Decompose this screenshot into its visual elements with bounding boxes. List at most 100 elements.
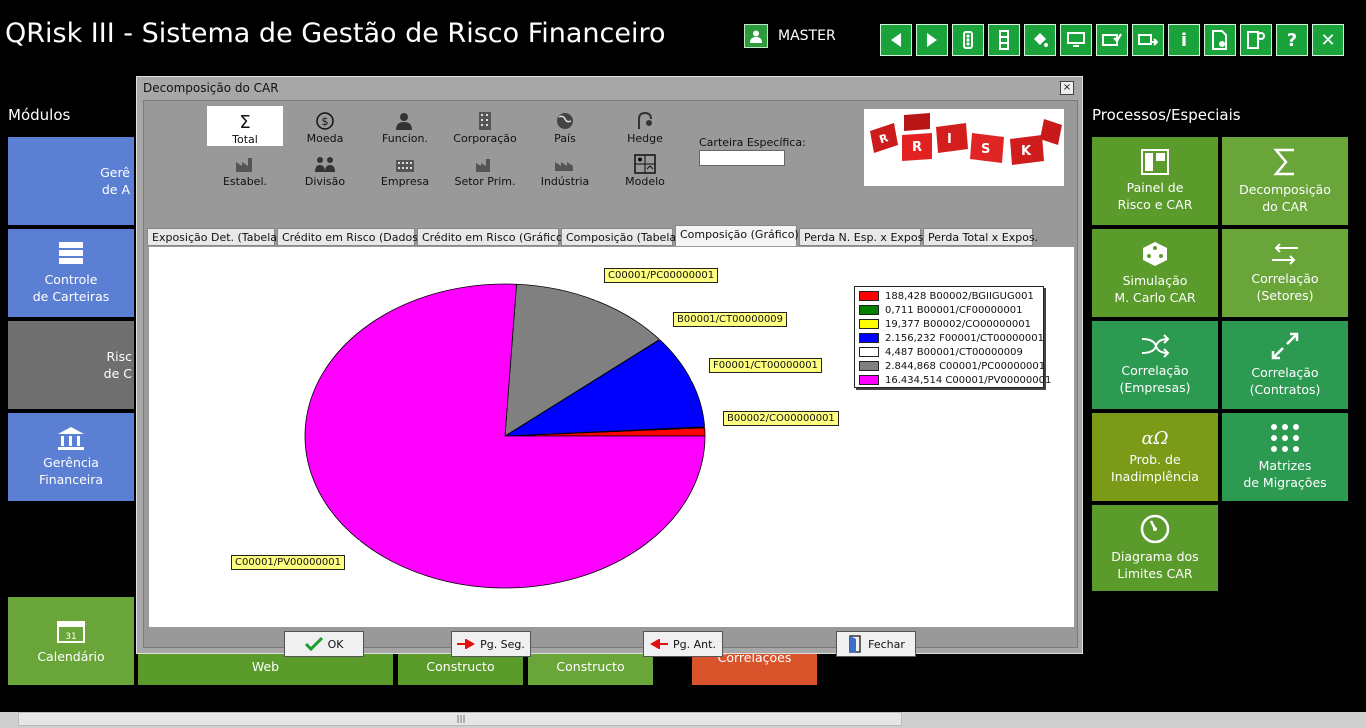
tile-label: Risc [106, 349, 132, 364]
tile-calendario[interactable]: 31 Calendário [8, 597, 134, 685]
dialog-title: Decomposição do CAR [143, 81, 279, 95]
legend-swatch [859, 347, 879, 357]
next-page-button[interactable]: Pg. Seg. [451, 631, 531, 657]
group-estabel[interactable]: Estabel. [207, 148, 283, 188]
back-icon [891, 33, 901, 47]
close-dialog-button[interactable]: Fechar [836, 631, 916, 657]
user-badge[interactable]: MASTER [744, 24, 836, 48]
user-icon [744, 24, 768, 48]
group-setor-prim[interactable]: Setor Prim. [447, 148, 523, 188]
document-settings-button[interactable] [1204, 24, 1236, 56]
legend-text: 0,711 B00001/CF00000001 [885, 304, 1023, 316]
person-icon [395, 110, 415, 132]
group-corporacao[interactable]: Corporação [447, 105, 523, 145]
tile-label: (Contratos) [1249, 382, 1321, 397]
label-leader-line [690, 365, 710, 381]
group-industria[interactable]: Indústria [527, 148, 603, 188]
tile-diagrama-limites[interactable]: Diagrama dos Limites CAR [1092, 505, 1218, 591]
tile-label: Matrizes [1258, 458, 1312, 473]
scrollbar-thumb[interactable] [18, 712, 902, 726]
group-funcion[interactable]: Funcion. [367, 105, 443, 145]
tile-gerencia-financeira[interactable]: Gerência Financeira [8, 413, 134, 501]
group-label: Modelo [625, 175, 665, 188]
tile-label: Decomposição [1239, 182, 1331, 197]
traffic-vertical-icon [999, 30, 1009, 50]
group-label: País [554, 132, 576, 145]
carteira-input[interactable] [699, 150, 785, 166]
help-button[interactable]: ? [1276, 24, 1308, 56]
tile-label: Correlação [1121, 363, 1189, 378]
monitor-button[interactable] [1060, 24, 1092, 56]
panel-icon [1141, 149, 1169, 175]
mail-check-button[interactable] [1096, 24, 1128, 56]
tile-correlacao-setores[interactable]: Correlação (Setores) [1222, 229, 1348, 317]
pie-point-label: C00001/PV00000001 [231, 555, 345, 570]
tile-constructo-2[interactable]: Constructo [528, 652, 653, 685]
tile-correlacao-empresas[interactable]: Correlação (Empresas) [1092, 321, 1218, 409]
bank-icon [58, 427, 84, 450]
document-settings-icon [1212, 30, 1227, 50]
check-icon [304, 637, 323, 651]
close-button[interactable]: ✕ [1312, 24, 1344, 56]
tile-controle-carteiras[interactable]: Controle de Carteiras [8, 229, 134, 317]
tile-prob-inadimplencia[interactable]: αΩ Prob. de Inadimplência [1092, 413, 1218, 501]
ok-button[interactable]: OK [284, 631, 364, 657]
tile-simulacao-mc[interactable]: Simulação M. Carlo CAR [1092, 229, 1218, 317]
tab-credito-dados[interactable]: Crédito em Risco (Dados) [277, 228, 422, 246]
pie-point-label: C00001/PC00000001 [604, 268, 719, 283]
tab-perda-n-esp[interactable]: Perda N. Esp. x Expos. [799, 228, 927, 246]
info-button[interactable]: i [1168, 24, 1200, 56]
exit-report-button[interactable] [1240, 24, 1272, 56]
prev-page-button[interactable]: Pg. Ant. [643, 631, 723, 657]
tile-painel-risco[interactable]: Painel de Risco e CAR [1092, 137, 1218, 225]
grip-icon [457, 715, 465, 723]
grid-dots-icon [1271, 424, 1299, 452]
monitor-icon [1067, 32, 1085, 47]
legend-item: 2.844,868 C00001/PC00000001 [859, 360, 1045, 372]
group-modelo[interactable]: Modelo [607, 148, 683, 188]
prev-page-label: Pg. Ant. [673, 637, 716, 651]
dialog-titlebar: Decomposição do CAR × [137, 77, 1082, 99]
tab-credito-grafico[interactable]: Crédito em Risco (Gráfico) [417, 228, 567, 246]
tile-label: Financeira [38, 472, 104, 487]
globe-icon [555, 110, 575, 132]
dialog-close-icon[interactable]: × [1060, 81, 1074, 95]
tile-label: Constructo [426, 659, 495, 674]
forward-button[interactable] [916, 24, 948, 56]
legend-text: 2.844,868 C00001/PC00000001 [885, 360, 1046, 372]
info-icon: i [1180, 29, 1188, 51]
svg-text:R: R [912, 140, 922, 155]
paint-bucket-button[interactable] [1024, 24, 1056, 56]
modules-title: Módulos [8, 106, 71, 124]
exit-door-icon [849, 635, 861, 653]
tab-composicao-tabela[interactable]: Composição (Tabela) [561, 228, 680, 246]
back-button[interactable] [880, 24, 912, 56]
group-empresa[interactable]: Empresa [367, 148, 443, 188]
pie-point-label: B00001/CT00000009 [673, 312, 788, 327]
tab-exposicao-det[interactable]: Exposição Det. (Tabela) [147, 228, 281, 246]
group-pais[interactable]: País [527, 105, 603, 145]
group-divisao[interactable]: Divisão [287, 148, 363, 188]
traffic-icon [963, 31, 973, 49]
industry-icon [554, 153, 576, 175]
tile-correlacao-contratos[interactable]: Correlação (Contratos) [1222, 321, 1348, 409]
tile-label: Constructo [556, 659, 625, 674]
tab-composicao-grafico[interactable]: Composição (Gráfico) [675, 225, 799, 246]
group-moeda[interactable]: $ Moeda [287, 105, 363, 145]
tile-label: Gerência [43, 455, 99, 470]
tile-matrizes-migracoes[interactable]: Matrizes de Migrações [1222, 413, 1348, 501]
tile-label: Simulação [1122, 273, 1188, 288]
traffic-button[interactable] [952, 24, 984, 56]
hedge-icon [635, 110, 655, 132]
tile-label: Prob. de [1129, 451, 1181, 467]
tile-risco[interactable]: Risc de C [8, 321, 134, 409]
group-hedge[interactable]: Hedge [607, 105, 683, 145]
traffic-vertical-button[interactable] [988, 24, 1020, 56]
tile-decomposicao-car[interactable]: Decomposição do CAR [1222, 137, 1348, 225]
group-total[interactable]: Σ Total [207, 106, 283, 146]
tab-perda-total[interactable]: Perda Total x Expos. [923, 228, 1038, 246]
legend-swatch [859, 291, 879, 301]
mail-forward-button[interactable] [1132, 24, 1164, 56]
tile-label: Diagrama dos [1111, 549, 1199, 564]
tile-gerencia-ativos[interactable]: Gerê de A [8, 137, 134, 225]
